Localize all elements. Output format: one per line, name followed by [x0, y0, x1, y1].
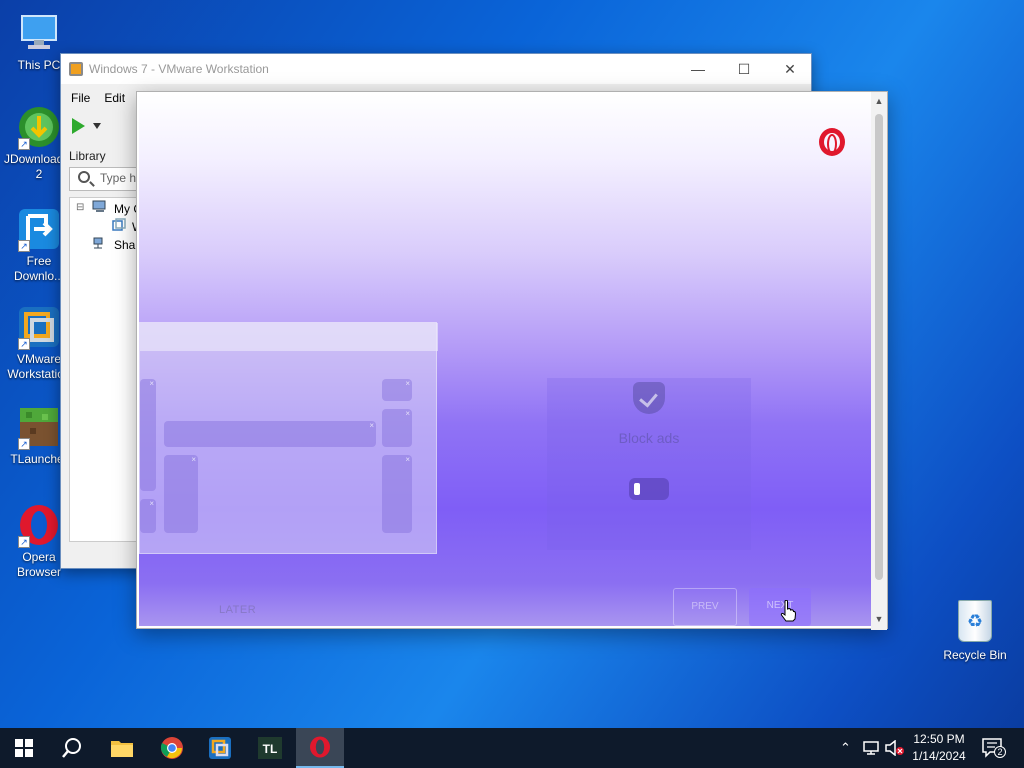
illustration-block: × — [164, 421, 376, 447]
taskbar: TL ⌃ 12:50 PM 1/14/2024 2 — [0, 728, 1024, 768]
shared-icon — [92, 236, 106, 253]
vmware-app-icon — [69, 62, 83, 76]
taskbar-tlauncher[interactable]: TL — [246, 728, 294, 768]
hand-cursor-icon — [780, 600, 796, 622]
menu-edit[interactable]: Edit — [104, 91, 125, 105]
scroll-up-icon[interactable]: ▲ — [871, 96, 887, 106]
opera-installer-content: × × × × × × × Block ads LATER PREV NEXT — [139, 94, 871, 626]
notification-count-badge: 2 — [994, 746, 1006, 758]
free-download-manager-icon: ↗ — [16, 206, 62, 252]
start-button[interactable] — [0, 728, 48, 768]
windows-icon — [15, 739, 33, 757]
later-link[interactable]: LATER — [219, 604, 256, 616]
illustration-block: × — [164, 455, 198, 533]
chevron-up-icon[interactable]: ⌃ — [840, 740, 851, 756]
opera-icon — [310, 736, 330, 758]
desktop-icon-recycle-bin[interactable]: Recycle Bin — [940, 600, 1010, 662]
folder-icon — [111, 741, 133, 757]
recycle-bin-label: Recycle Bin — [943, 648, 1007, 662]
close-button[interactable]: ✕ — [767, 54, 813, 84]
taskbar-vmware[interactable] — [196, 728, 244, 768]
network-icon[interactable] — [862, 740, 880, 759]
taskbar-file-explorer[interactable] — [98, 728, 146, 768]
scroll-down-icon[interactable]: ▼ — [871, 614, 887, 624]
tlauncher-icon: ↗ — [16, 404, 62, 450]
shortcut-arrow-icon: ↗ — [18, 438, 30, 450]
clock-time: 12:50 PM — [913, 732, 965, 746]
illustration-block: × — [140, 379, 156, 491]
chrome-icon — [160, 737, 183, 759]
opera-logo-icon — [819, 128, 845, 156]
prev-button[interactable]: PREV — [673, 588, 737, 626]
play-icon — [72, 118, 85, 134]
taskbar-clock[interactable]: 12:50 PM 1/14/2024 — [906, 731, 972, 765]
illustration-title-bar — [140, 323, 438, 351]
opera-installer-scrollbar[interactable]: ▲ ▼ — [871, 92, 887, 630]
illustration-block: × — [382, 409, 412, 447]
vmware-icon — [209, 737, 231, 759]
search-icon — [62, 738, 81, 758]
action-center-button[interactable]: 2 — [982, 738, 1006, 758]
vm-icon — [112, 218, 126, 235]
desktop-icon-label: Free Downlo... — [13, 254, 65, 283]
illustration-browser-mockup: × × × × × × × — [139, 322, 438, 554]
shield-check-icon — [633, 382, 665, 414]
illustration-block: × — [382, 379, 412, 401]
tlauncher-icon: TL — [258, 737, 282, 759]
opera-icon: ↗ — [16, 502, 62, 548]
clock-date: 1/14/2024 — [912, 749, 966, 763]
svg-text:TL: TL — [263, 742, 278, 756]
shortcut-arrow-icon: ↗ — [18, 138, 30, 150]
block-ads-label: Block ads — [618, 430, 680, 446]
scrollbar-thumb[interactable] — [875, 114, 883, 580]
desktop-icon-label: Opera Browser — [16, 550, 61, 579]
power-on-button[interactable] — [69, 117, 101, 135]
library-label: Library — [69, 149, 106, 163]
recycle-bin-icon — [958, 600, 992, 642]
toggle-knob — [634, 483, 640, 495]
maximize-button[interactable]: ☐ — [721, 54, 767, 84]
library-tree[interactable]: ⊟ My C W Shar — [69, 197, 143, 542]
volume-muted-icon[interactable] — [884, 739, 904, 759]
desktop-icon-label: This PC — [17, 58, 61, 72]
vmware-window-title: Windows 7 - VMware Workstation — [89, 62, 269, 76]
shortcut-arrow-icon: ↗ — [18, 338, 30, 350]
shortcut-arrow-icon: ↗ — [18, 536, 30, 548]
taskbar-chrome[interactable] — [148, 728, 196, 768]
vmware-icon: ↗ — [16, 304, 62, 350]
shortcut-arrow-icon: ↗ — [18, 240, 30, 252]
illustration-block: × — [140, 499, 156, 533]
taskbar-opera[interactable] — [296, 728, 344, 768]
opera-installer-dialog[interactable]: × × × × × × × Block ads LATER PREV NEXT … — [136, 91, 888, 630]
jdownloader-icon: ↗ — [16, 104, 62, 150]
block-ads-card: Block ads — [547, 378, 751, 550]
minimize-button[interactable]: — — [675, 54, 721, 84]
computer-icon — [92, 200, 108, 217]
library-search-input[interactable]: Type h — [69, 167, 139, 191]
search-button[interactable] — [48, 728, 96, 768]
tree-expander-icon[interactable]: ⊟ — [76, 202, 84, 213]
menu-file[interactable]: File — [71, 91, 90, 105]
search-icon — [78, 171, 90, 183]
illustration-block: × — [382, 455, 412, 533]
block-ads-toggle[interactable] — [629, 478, 669, 500]
chevron-down-icon — [93, 123, 101, 129]
library-search-placeholder: Type h — [100, 171, 137, 185]
monitor-icon — [16, 10, 62, 56]
